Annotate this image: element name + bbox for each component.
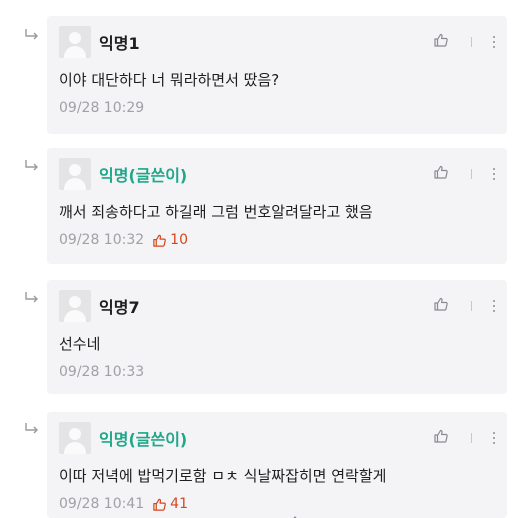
divider	[470, 169, 472, 179]
like-count: 41	[152, 496, 188, 512]
comment-text: 깨서 죄송하다고 하길래 그럼 번호알려달라고 했음	[59, 203, 373, 221]
like-count-value: 41	[170, 496, 188, 512]
reply-arrow-icon	[24, 28, 40, 40]
comment-actions	[423, 292, 501, 320]
comment-author-writer[interactable]: 익명(글쓴이)	[99, 162, 187, 186]
divider	[470, 301, 472, 311]
comment-author-writer[interactable]: 익명(글쓴이)	[99, 426, 187, 450]
more-vertical-icon[interactable]	[493, 432, 495, 444]
default-avatar-icon	[59, 26, 91, 58]
thumbs-up-icon[interactable]	[433, 296, 449, 316]
comment-card: 익명1 이야 대단하다 너 뭐라하면서 땄음? 09/28 10:29	[47, 16, 507, 134]
thumbs-up-icon	[153, 234, 167, 247]
default-avatar-icon	[59, 158, 91, 190]
default-avatar-icon	[59, 422, 91, 454]
more-vertical-icon[interactable]	[493, 168, 495, 180]
divider	[470, 37, 472, 47]
reply-arrow-icon	[24, 422, 40, 434]
reply-arrow-icon	[24, 159, 40, 171]
comment-timestamp: 09/28 10:29	[59, 100, 145, 116]
thumbs-up-icon[interactable]	[433, 428, 449, 448]
comment-meta: 09/28 10:33	[59, 364, 144, 380]
comment-thread: 익명1 이야 대단하다 너 뭐라하면서 땄음? 09/28 10:29 익명(글…	[0, 0, 518, 518]
comment-author[interactable]: 익명1	[99, 30, 140, 54]
comment-meta: 09/28 10:29	[59, 100, 144, 116]
comment-actions	[423, 160, 501, 188]
comment-card: 익명(글쓴이) 이따 저녁에 밥먹기로함 ㅁㅊ 식날짜잡히면 연락할게 09/2…	[47, 412, 507, 518]
comment-timestamp: 09/28 10:33	[59, 364, 145, 380]
comment-meta: 09/28 10:41 41	[59, 496, 188, 512]
thumbs-up-icon	[153, 498, 167, 511]
like-count-value: 10	[170, 232, 188, 248]
comment-timestamp: 09/28 10:32	[59, 232, 145, 248]
comment-actions	[423, 28, 501, 56]
comment-text: 선수네	[59, 335, 101, 353]
thumbs-up-icon[interactable]	[433, 32, 449, 52]
comment-meta: 09/28 10:32 10	[59, 232, 188, 248]
comment-author[interactable]: 익명7	[99, 294, 140, 318]
comment-text: 이야 대단하다 너 뭐라하면서 땄음?	[59, 71, 280, 89]
more-vertical-icon[interactable]	[493, 36, 495, 48]
comment-text: 이따 저녁에 밥먹기로함 ㅁㅊ 식날짜잡히면 연락할게	[59, 467, 387, 485]
more-vertical-icon[interactable]	[493, 300, 495, 312]
comment-card: 익명7 선수네 09/28 10:33	[47, 280, 507, 394]
comment-actions	[423, 424, 501, 452]
scroll-up-icon[interactable]	[290, 509, 300, 518]
like-count: 10	[152, 232, 188, 248]
thumbs-up-icon[interactable]	[433, 164, 449, 184]
divider	[470, 433, 472, 443]
reply-arrow-icon	[24, 291, 40, 303]
comment-timestamp: 09/28 10:41	[59, 496, 145, 512]
default-avatar-icon	[59, 290, 91, 322]
comment-card: 익명(글쓴이) 깨서 죄송하다고 하길래 그럼 번호알려달라고 했음 09/28…	[47, 148, 507, 264]
